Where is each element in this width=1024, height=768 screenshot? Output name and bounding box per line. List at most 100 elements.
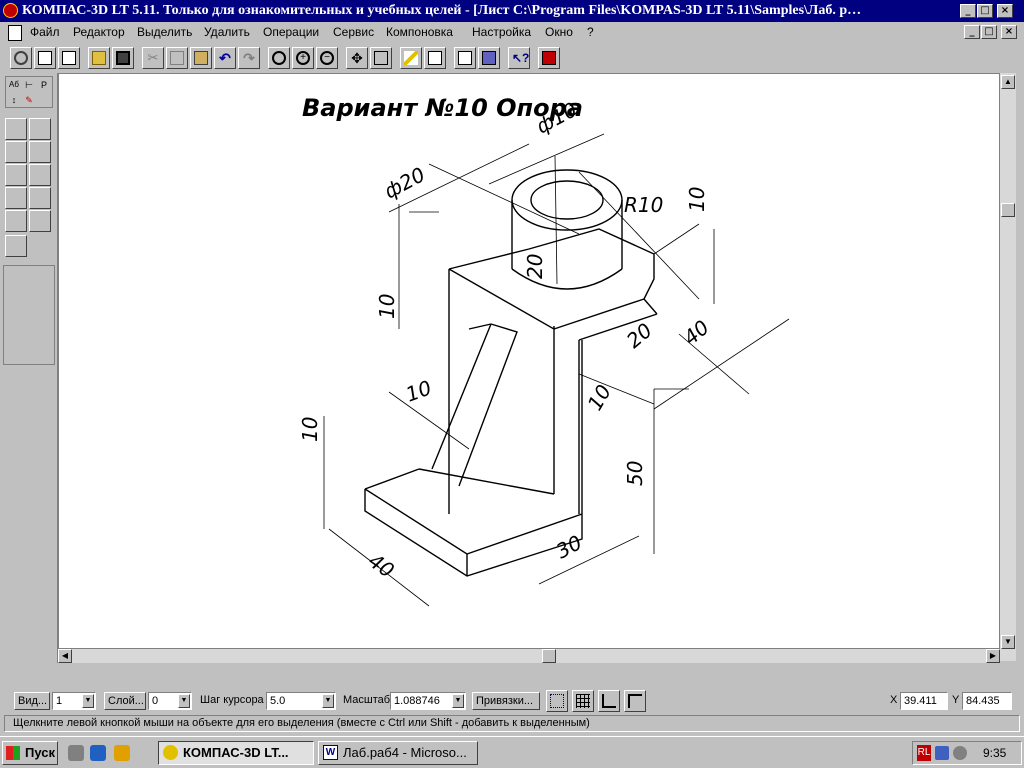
- exit-icon[interactable]: [538, 47, 560, 69]
- copy-object-icon[interactable]: [5, 164, 27, 186]
- title-bar[interactable]: КОМПАС-3D LT 5.11. Только для ознакомите…: [0, 0, 1024, 22]
- layer-button[interactable]: Слой...: [104, 692, 146, 710]
- vertical-scrollbar[interactable]: ▲ ▼: [1000, 73, 1016, 661]
- chevron-down-icon[interactable]: ▼: [178, 694, 190, 708]
- menu-select[interactable]: Выделить: [137, 25, 192, 39]
- snap-toggle-icon[interactable]: [546, 690, 568, 712]
- break-icon[interactable]: [29, 210, 51, 232]
- new-sheet-icon[interactable]: [34, 47, 56, 69]
- menu-operations[interactable]: Операции: [263, 25, 319, 39]
- print-preview-icon[interactable]: [454, 47, 476, 69]
- open-folder-icon[interactable]: [88, 47, 110, 69]
- menu-file[interactable]: Файл: [30, 25, 60, 39]
- step-label: Шаг курсора: [200, 694, 264, 706]
- start-label: Пуск: [25, 745, 55, 760]
- dimension-lines: [323, 133, 790, 607]
- chevron-down-icon[interactable]: ▼: [322, 694, 334, 708]
- print-icon[interactable]: [478, 47, 500, 69]
- scale-select[interactable]: 1.088746 ▼: [390, 692, 466, 710]
- settings-icon[interactable]: [10, 47, 32, 69]
- zoom-icon[interactable]: [268, 47, 290, 69]
- scroll-right-button[interactable]: ▶: [986, 649, 1000, 663]
- window-title: КОМПАС-3D LT 5.11. Только для ознакомите…: [22, 3, 862, 18]
- grid-icon[interactable]: [572, 690, 594, 712]
- new-fragment-icon[interactable]: [58, 47, 80, 69]
- rotate-icon[interactable]: [29, 118, 51, 140]
- redo-icon[interactable]: ↷: [238, 47, 260, 69]
- extend-icon[interactable]: [29, 187, 51, 209]
- edit-tools-icon[interactable]: ✎: [22, 93, 36, 107]
- gear-icon[interactable]: [5, 235, 27, 257]
- trim-icon[interactable]: [5, 187, 27, 209]
- paste-icon[interactable]: [190, 47, 212, 69]
- chevron-down-icon[interactable]: ▼: [452, 694, 464, 708]
- clock[interactable]: 9:35: [983, 746, 1006, 760]
- text-tools-icon[interactable]: Аб: [7, 78, 21, 92]
- task-word[interactable]: W Лаб.раб4 - Microso...: [318, 741, 478, 765]
- scroll-left-button[interactable]: ◀: [58, 649, 72, 663]
- minimize-button[interactable]: _: [960, 4, 976, 18]
- close-button[interactable]: ×: [997, 4, 1013, 18]
- dimension-labels: ф10 ф20 R10 10 20 10 20 40 10 10 10 50 4…: [298, 97, 714, 582]
- quick-launch-icon[interactable]: [90, 745, 106, 761]
- view-value: 1: [56, 695, 63, 707]
- pan-icon[interactable]: ✥: [346, 47, 368, 69]
- menu-delete[interactable]: Удалить: [204, 25, 250, 39]
- dimension-tools-icon[interactable]: ⊢: [22, 78, 36, 92]
- language-indicator[interactable]: RL: [917, 745, 931, 761]
- doc-minimize-button[interactable]: _: [964, 25, 980, 39]
- undo-icon[interactable]: ↶: [214, 47, 236, 69]
- copy-icon[interactable]: [166, 47, 188, 69]
- scroll-up-button[interactable]: ▲: [1001, 75, 1015, 89]
- quick-launch-icon[interactable]: [68, 745, 84, 761]
- view-select[interactable]: 1 ▼: [52, 692, 96, 710]
- params-tools-icon[interactable]: P: [37, 78, 51, 92]
- network-icon[interactable]: [935, 746, 949, 760]
- help-pointer-icon[interactable]: ↖?: [508, 47, 530, 69]
- step-select[interactable]: 5.0 ▼: [266, 692, 336, 710]
- doc-restore-button[interactable]: □: [981, 25, 997, 39]
- menu-settings[interactable]: Настройка: [472, 25, 531, 39]
- kompas-task-icon: [163, 745, 178, 760]
- maximize-button[interactable]: □: [977, 4, 993, 18]
- local-cs-icon[interactable]: [624, 690, 646, 712]
- horizontal-scroll-thumb[interactable]: [542, 649, 556, 663]
- menu-service[interactable]: Сервис: [333, 25, 374, 39]
- drawing-canvas[interactable]: Вариант №10 Опора ф10 ф20 R10 10 20 10 2…: [58, 73, 1000, 649]
- zoom-in-icon[interactable]: +: [292, 47, 314, 69]
- vertical-scroll-thumb[interactable]: [1001, 203, 1015, 217]
- horizontal-scrollbar[interactable]: ◀ ▶: [58, 649, 1000, 663]
- deform-icon[interactable]: [29, 164, 51, 186]
- measure-tools-icon[interactable]: ↕: [7, 93, 21, 107]
- scale-icon[interactable]: [5, 141, 27, 163]
- doc-close-button[interactable]: ×: [1001, 25, 1017, 39]
- chevron-down-icon[interactable]: ▼: [82, 694, 94, 708]
- quick-launch-icon[interactable]: [114, 745, 130, 761]
- start-button[interactable]: Пуск: [2, 741, 58, 765]
- kompas-logo-icon[interactable]: [3, 3, 18, 18]
- ortho-icon[interactable]: [598, 690, 620, 712]
- properties-icon[interactable]: [424, 47, 446, 69]
- properties-area: [3, 265, 55, 365]
- document-icon[interactable]: [8, 25, 22, 41]
- view-button[interactable]: Вид...: [14, 692, 50, 710]
- zoom-out-icon[interactable]: −: [316, 47, 338, 69]
- move-icon[interactable]: [5, 118, 27, 140]
- mirror-icon[interactable]: [29, 141, 51, 163]
- volume-icon[interactable]: [953, 746, 967, 760]
- hatch-icon[interactable]: [5, 210, 27, 232]
- snap-button[interactable]: Привязки...: [472, 692, 540, 710]
- menu-help[interactable]: ?: [587, 25, 594, 39]
- dim-label: 10: [403, 375, 435, 406]
- save-icon[interactable]: [112, 47, 134, 69]
- menu-window[interactable]: Окно: [545, 25, 573, 39]
- scroll-down-button[interactable]: ▼: [1001, 635, 1015, 649]
- part-outline: [364, 169, 658, 577]
- zoom-fit-icon[interactable]: [370, 47, 392, 69]
- layer-select[interactable]: 0 ▼: [148, 692, 192, 710]
- cut-icon[interactable]: ✂: [142, 47, 164, 69]
- menu-editor[interactable]: Редактор: [73, 25, 125, 39]
- task-kompas[interactable]: КОМПАС-3D LT...: [158, 741, 314, 765]
- menu-layout[interactable]: Компоновка: [386, 25, 453, 39]
- pencil-icon[interactable]: [400, 47, 422, 69]
